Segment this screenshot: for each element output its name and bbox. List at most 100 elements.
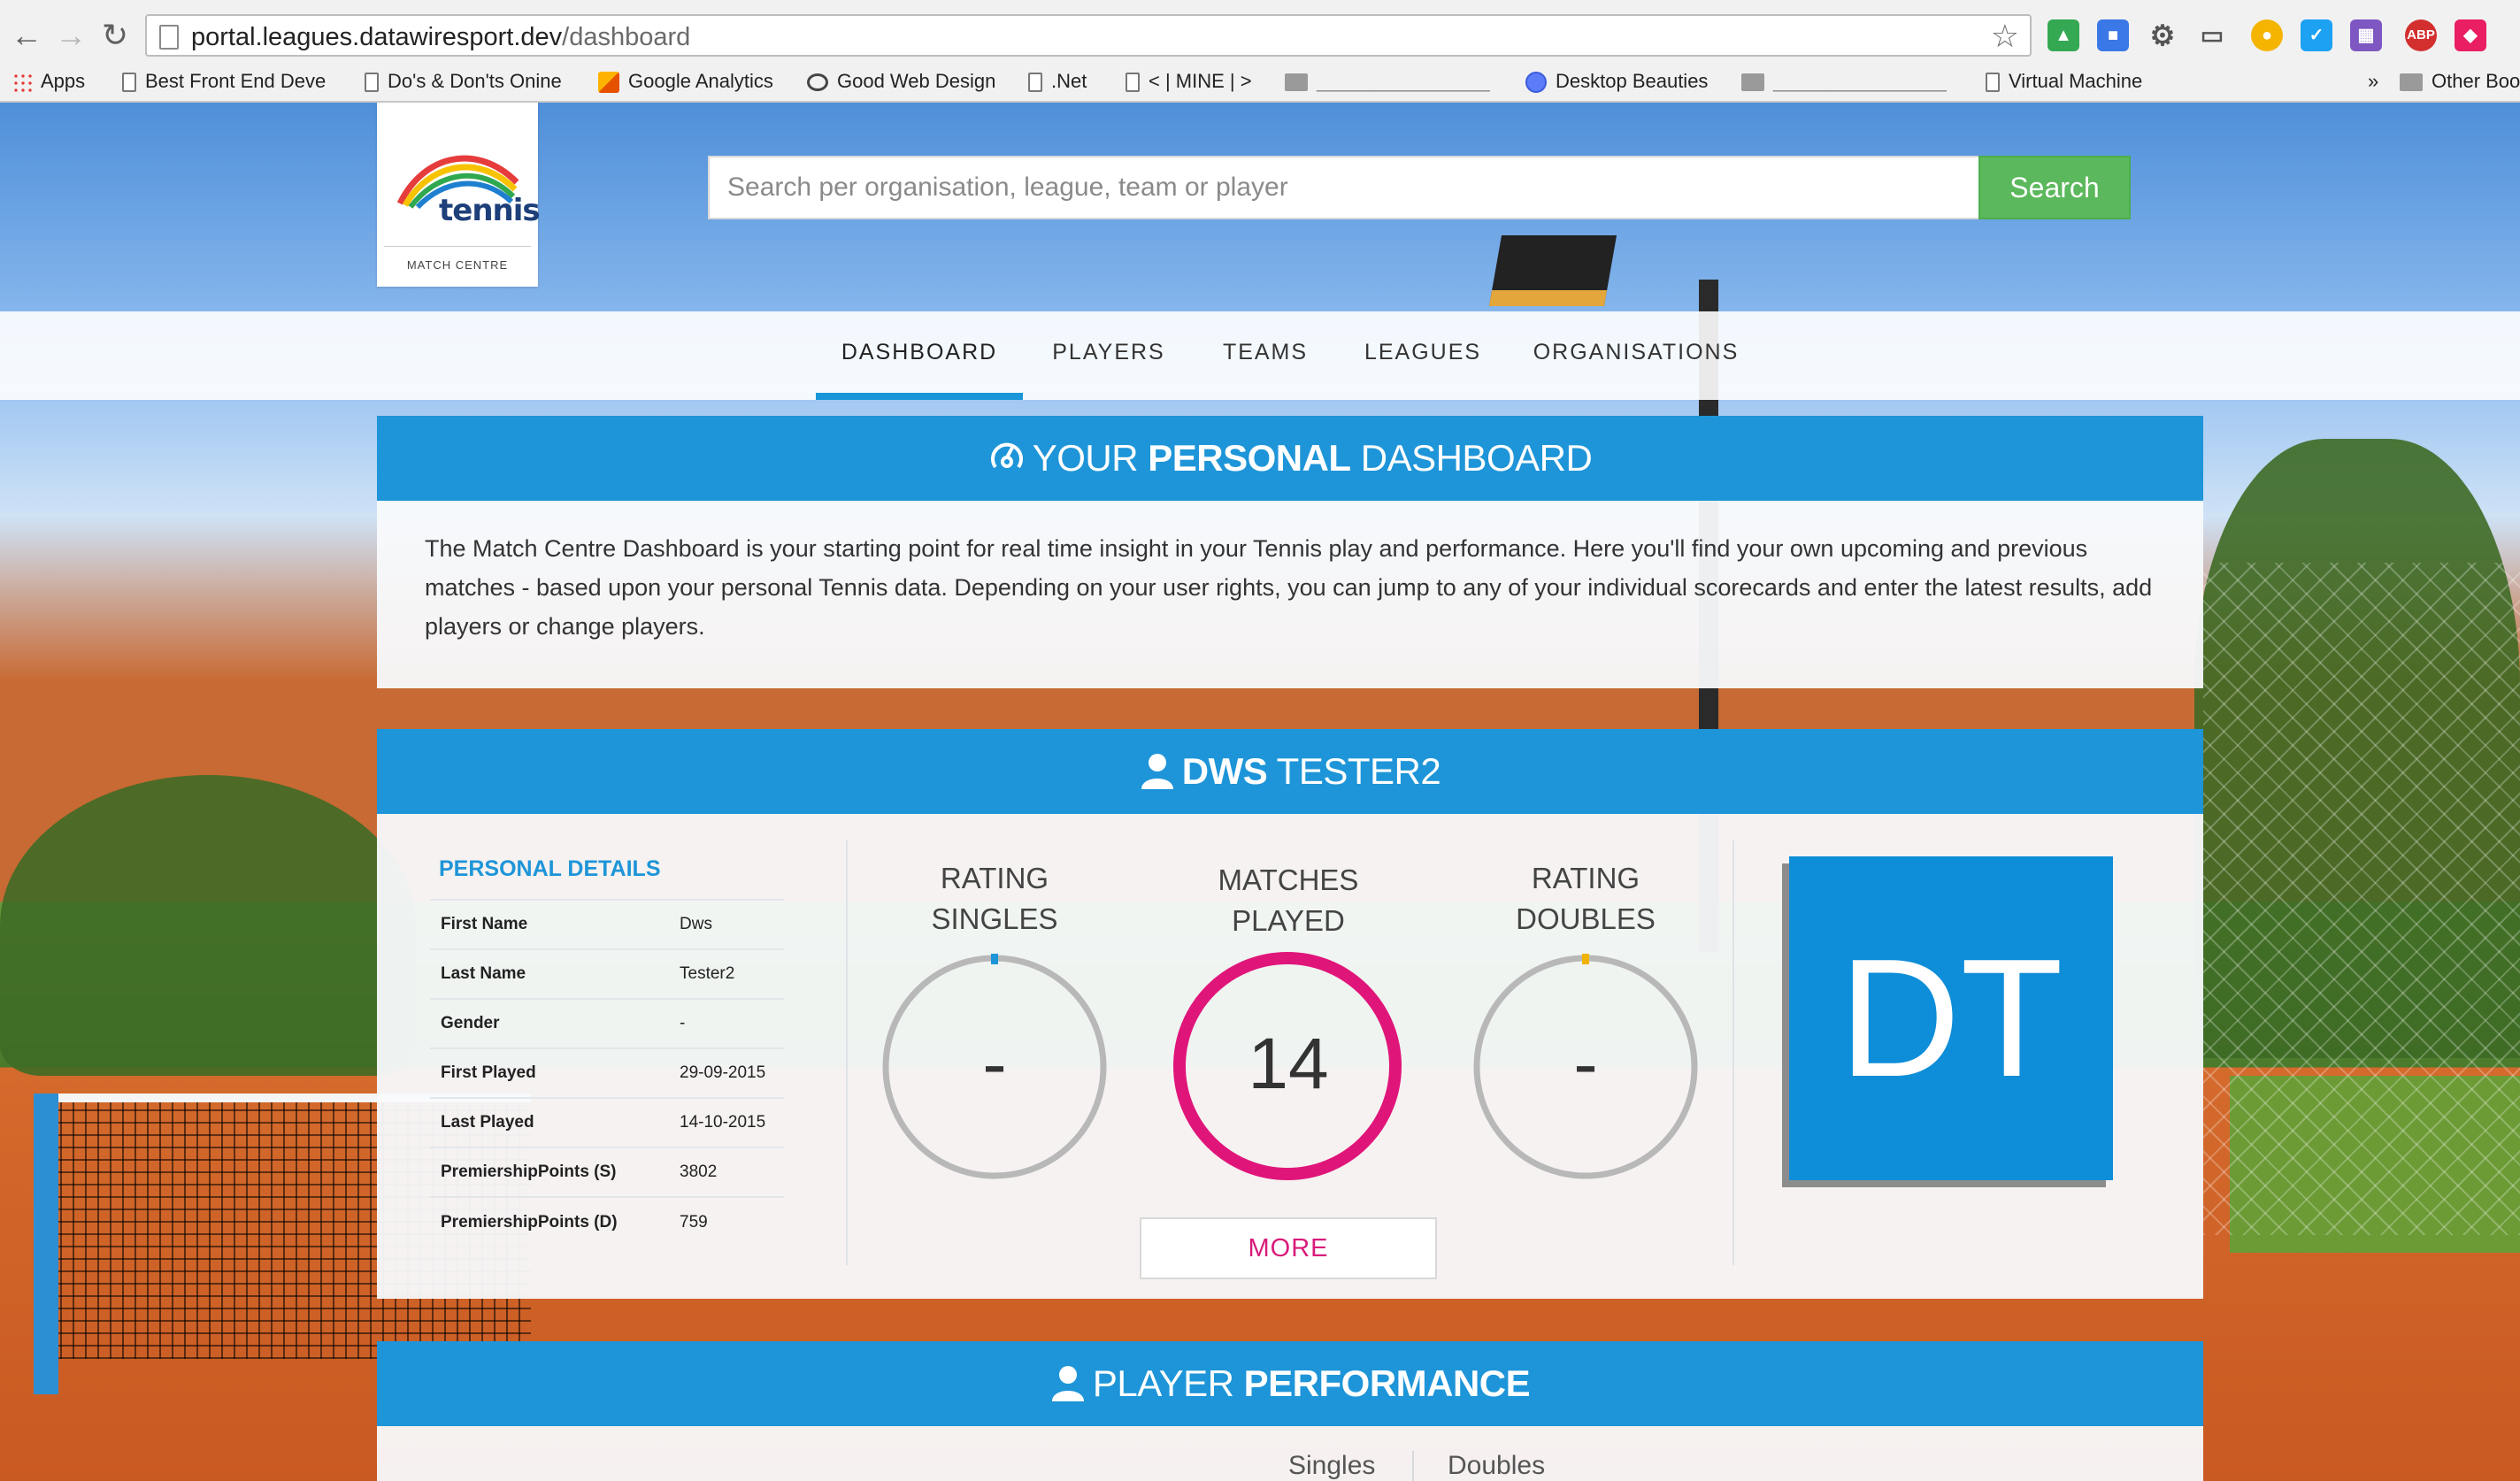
detail-label: Gender	[430, 998, 669, 1048]
player-title-bold: DWS	[1181, 750, 1268, 792]
table-row: Last Name Tester2	[430, 948, 784, 999]
page-icon	[1028, 73, 1042, 93]
drive-icon[interactable]: ▲	[2048, 19, 2079, 51]
nav-dashboard[interactable]: DASHBOARD	[816, 311, 1023, 400]
adblock-icon[interactable]: ABP	[2405, 19, 2437, 51]
avatar[interactable]: DT	[1789, 856, 2113, 1180]
check-icon[interactable]: ✓	[2301, 19, 2332, 51]
forward-icon[interactable]: →	[51, 16, 90, 55]
tab-singles[interactable]: Singles	[1288, 1451, 1375, 1481]
back-icon[interactable]: ←	[7, 16, 46, 55]
logo-subtitle: MATCH CENTRE	[406, 258, 509, 272]
bookmark-google-analytics[interactable]: Google Analytics	[598, 67, 773, 96]
page-icon	[1986, 73, 2000, 93]
reload-icon[interactable]: ↻	[96, 16, 134, 55]
browser-chrome: ← → ↻ portal.leagues.datawiresport.dev/d…	[0, 0, 2520, 103]
bookmark-desktop-beauties[interactable]: Desktop Beauties	[1525, 67, 1708, 96]
background-trees-left	[0, 775, 416, 1076]
detail-label: PremiershipPoints (D)	[430, 1196, 669, 1247]
search-button[interactable]: Search	[1978, 156, 2131, 219]
url-path: /dashboard	[562, 23, 691, 51]
bookmark-dotnet[interactable]: .Net	[1028, 67, 1087, 96]
bookmark-star-icon[interactable]: ☆	[1991, 18, 2019, 55]
table-row: Last Played 14-10-2015	[430, 1097, 784, 1147]
bookmark-other[interactable]: Other Boo	[2400, 67, 2520, 96]
search-input[interactable]	[708, 156, 1980, 219]
dashboard-title-bold: PERSONAL	[1148, 437, 1351, 479]
address-bar[interactable]: portal.leagues.datawiresport.dev/dashboa…	[145, 14, 2032, 57]
nav-teams[interactable]: TEAMS	[1212, 311, 1318, 400]
nav-organisations[interactable]: ORGANISATIONS	[1527, 311, 1745, 400]
table-row: PremiershipPoints (S) 3802	[430, 1147, 784, 1197]
tab-doubles[interactable]: Doubles	[1448, 1451, 1545, 1481]
bookmark-best-front-end[interactable]: Best Front End Deve	[122, 67, 326, 96]
detail-value: Tester2	[669, 948, 784, 999]
table-row: First Played 29-09-2015	[430, 1047, 784, 1098]
gauge-icon	[990, 442, 1023, 469]
background-floodlight	[1488, 235, 1617, 306]
column-divider	[846, 840, 848, 1265]
extension-pink-icon[interactable]: ◆	[2455, 19, 2486, 51]
performance-panel-body: Singles Doubles	[377, 1426, 2203, 1481]
rating-doubles-value: -	[1573, 1024, 1598, 1104]
grid-extension-icon[interactable]: ▦	[2350, 19, 2382, 51]
folder-icon	[1741, 73, 1764, 92]
detail-value: Dws	[669, 899, 784, 949]
bookmark-apps[interactable]: Apps	[12, 67, 85, 96]
apps-icon	[12, 73, 32, 93]
extension-cast-icon[interactable]: ■	[2097, 19, 2129, 51]
page-icon	[122, 73, 136, 93]
url-host: portal.leagues.datawiresport.dev	[191, 23, 563, 51]
detail-label: First Played	[430, 1047, 669, 1098]
analytics-icon	[598, 72, 619, 94]
gear-icon[interactable]: ⚙	[2147, 19, 2178, 51]
column-divider	[1732, 840, 1734, 1265]
detail-value: 759	[669, 1196, 784, 1247]
dashboard-panel-body: The Match Centre Dashboard is your start…	[377, 501, 2203, 688]
eye-icon	[807, 73, 828, 92]
bookmark-mine[interactable]: < | MINE | >	[1126, 67, 1252, 96]
logo-divider	[384, 246, 531, 247]
nav-players[interactable]: PLAYERS	[1041, 311, 1177, 400]
dashboard-title-pre: YOUR	[1032, 437, 1149, 479]
bookmark-folder-2[interactable]: ________________	[1741, 67, 1947, 96]
detail-value: -	[669, 998, 784, 1048]
background-fence	[2203, 563, 2520, 1235]
page-icon	[1126, 73, 1140, 93]
user-icon	[1141, 753, 1173, 789]
dashboard-title-post: DASHBOARD	[1350, 437, 1593, 479]
rating-singles-value: -	[982, 1024, 1007, 1104]
table-row: PremiershipPoints (D) 759	[430, 1196, 784, 1247]
performance-title-pre: PLAYER	[1092, 1362, 1244, 1404]
matches-played-label: MATCHES PLAYED	[1218, 863, 1359, 937]
site-logo[interactable]: tennis MATCH CENTRE	[377, 103, 541, 287]
nav-leagues[interactable]: LEAGUES	[1361, 311, 1485, 400]
more-button[interactable]: MORE	[1140, 1217, 1437, 1279]
performance-title-bold: PERFORMANCE	[1243, 1362, 1531, 1404]
matches-played-value: 14	[1248, 1024, 1329, 1104]
dashboard-intro-text: The Match Centre Dashboard is your start…	[425, 535, 2153, 640]
background-net-post	[34, 1093, 58, 1394]
player-title-rest: TESTER2	[1267, 750, 1441, 792]
personal-details-table: First Name Dws Last Name Tester2 Gender - F…	[430, 899, 784, 1247]
bookmark-folder-1[interactable]: ________________	[1285, 67, 1490, 96]
bookmark-virtual-machine[interactable]: Virtual Machine	[1986, 67, 2142, 96]
bookmark-good-web-design[interactable]: Good Web Design	[807, 67, 995, 96]
player-panel-body: PERSONAL DETAILS First Name Dws Last Name…	[377, 814, 2203, 1299]
performance-panel-header: PLAYER PERFORMANCE	[377, 1341, 2203, 1426]
detail-value: 29-09-2015	[669, 1047, 784, 1098]
detail-label: Last Name	[430, 948, 669, 999]
personal-details-title: PERSONAL DETAILS	[439, 856, 661, 881]
bookmark-dos-donts[interactable]: Do's & Don'ts Onine	[365, 67, 562, 96]
bookmarks-bar: Apps Best Front End Deve Do's & Don'ts O…	[0, 62, 2520, 101]
folder-icon	[1285, 73, 1308, 92]
cast-icon[interactable]: ▭	[2196, 19, 2228, 51]
player-panel-header: DWS TESTER2	[377, 729, 2203, 814]
bookmarks-overflow[interactable]: »	[2368, 67, 2378, 96]
color-picker-icon[interactable]: ●	[2251, 19, 2283, 51]
detail-value: 3802	[669, 1147, 784, 1197]
detail-label: PremiershipPoints (S)	[430, 1147, 669, 1197]
dashboard-panel-header: YOUR PERSONAL DASHBOARD	[377, 416, 2203, 501]
detail-label: Last Played	[430, 1097, 669, 1147]
page-icon	[159, 25, 179, 50]
